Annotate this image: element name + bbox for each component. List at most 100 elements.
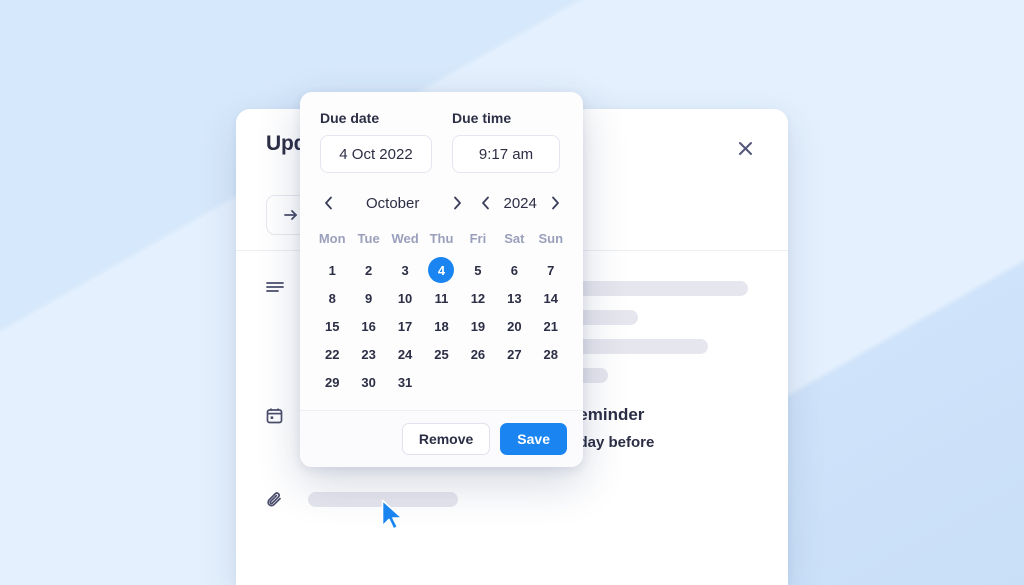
day-number: 22 <box>324 346 340 362</box>
day-cell[interactable]: 6 <box>496 256 532 284</box>
day-number: 2 <box>365 262 373 278</box>
weekday-label: Tue <box>357 231 380 246</box>
day-number: 29 <box>324 374 340 390</box>
day-cell[interactable]: 5 <box>460 256 496 284</box>
day-cell[interactable]: 7 <box>533 256 569 284</box>
day-number: 23 <box>361 346 376 362</box>
due-date-input[interactable] <box>320 135 432 173</box>
day-cell[interactable]: 17 <box>387 312 423 340</box>
day-number: 14 <box>543 290 558 306</box>
day-number: 31 <box>397 374 413 390</box>
day-cell[interactable]: 29 <box>314 368 350 396</box>
day-cell[interactable]: 23 <box>350 340 386 368</box>
due-time-input-label: Due time <box>452 110 512 126</box>
day-cell[interactable]: 19 <box>460 312 496 340</box>
day-cell[interactable]: 30 <box>350 368 386 396</box>
day-number: 28 <box>543 346 558 362</box>
day-cell[interactable]: 11 <box>423 284 459 312</box>
day-cell[interactable]: 2 <box>350 256 386 284</box>
day-number: 11 <box>434 290 449 306</box>
day-cell[interactable]: 24 <box>387 340 423 368</box>
day-cell[interactable]: 14 <box>533 284 569 312</box>
day-number: 1 <box>328 262 336 278</box>
day-cell-empty <box>496 368 532 396</box>
close-icon[interactable] <box>732 135 758 161</box>
day-number: 4 <box>428 257 455 283</box>
picker-footer: Remove Save <box>300 410 583 467</box>
day-cell[interactable]: 15 <box>314 312 350 340</box>
year-navigation: 2024 <box>475 191 565 215</box>
weekday-label: Fri <box>469 231 487 246</box>
day-cell[interactable]: 22 <box>314 340 350 368</box>
calendar-navigation: October 2024 <box>300 173 583 219</box>
day-number: 9 <box>365 290 373 306</box>
day-number: 16 <box>361 318 376 334</box>
due-time-input[interactable] <box>452 135 560 173</box>
day-cell[interactable]: 10 <box>387 284 423 312</box>
due-time-input-group: Due time <box>452 110 560 173</box>
day-cell-empty <box>460 368 496 396</box>
day-cells-container: 1 2 3 4 5 6 7 8 9 10 11 12 13 14 15 16 17 18 19 20 21 22 23 24 2… <box>314 256 569 396</box>
weekday-label: Wed <box>391 231 419 246</box>
calendar-week-row: 29 30 31 <box>314 368 569 396</box>
day-cell[interactable]: 31 <box>387 368 423 396</box>
calendar-grid: Mon Tue Wed Thu Fri Sat Sun 1 2 3 4 5 6 7 8 9 10 11 12 13 1… <box>300 219 583 410</box>
day-cell[interactable]: 28 <box>533 340 569 368</box>
day-cell[interactable]: 27 <box>496 340 532 368</box>
day-cell-empty <box>423 368 459 396</box>
screenshot-stage: Update website design Move Convert <box>0 0 1024 585</box>
day-number: 15 <box>324 318 340 334</box>
day-cell[interactable]: 13 <box>496 284 532 312</box>
day-number: 18 <box>434 318 449 334</box>
day-number: 24 <box>397 346 413 362</box>
day-number: 7 <box>547 262 555 278</box>
weekday-label: Sun <box>538 231 564 246</box>
day-number: 12 <box>470 290 486 306</box>
day-cell[interactable]: 9 <box>350 284 386 312</box>
day-number: 3 <box>401 262 409 278</box>
day-cell[interactable]: 20 <box>496 312 532 340</box>
weekday-header-row: Mon Tue Wed Thu Fri Sat Sun <box>314 225 569 256</box>
day-number: 21 <box>543 318 558 334</box>
day-number: 10 <box>397 290 413 306</box>
day-cell[interactable]: 18 <box>423 312 459 340</box>
calendar-week-row: 1 2 3 4 5 6 7 <box>314 256 569 284</box>
day-number: 20 <box>507 318 522 334</box>
weekday-label: Thu <box>429 231 454 246</box>
chevron-right-icon[interactable] <box>447 191 467 215</box>
day-number: 6 <box>510 262 518 278</box>
day-number: 27 <box>507 346 522 362</box>
day-number: 19 <box>470 318 486 334</box>
day-number: 17 <box>397 318 413 334</box>
day-cell[interactable]: 1 <box>314 256 350 284</box>
chevron-right-icon[interactable] <box>545 191 565 215</box>
day-number: 8 <box>328 290 336 306</box>
day-number: 25 <box>434 346 449 362</box>
save-button[interactable]: Save <box>500 423 567 455</box>
description-lines-icon <box>266 277 286 383</box>
day-cell-empty <box>533 368 569 396</box>
day-cell[interactable]: 3 <box>387 256 423 284</box>
calendar-week-row: 8 9 10 11 12 13 14 <box>314 284 569 312</box>
day-number: 5 <box>474 262 482 278</box>
weekday-label: Sat <box>504 231 525 246</box>
attachment-placeholder-bar <box>308 492 458 507</box>
due-date-input-label: Due date <box>320 110 380 126</box>
calendar-week-row: 22 23 24 25 26 27 28 <box>314 340 569 368</box>
calendar-icon <box>266 407 286 424</box>
day-cell[interactable]: 26 <box>460 340 496 368</box>
chevron-left-icon[interactable] <box>318 191 338 215</box>
remove-button[interactable]: Remove <box>401 423 491 455</box>
day-cell[interactable]: 8 <box>314 284 350 312</box>
day-cell[interactable]: 25 <box>423 340 459 368</box>
calendar-week-row: 15 16 17 18 19 20 21 <box>314 312 569 340</box>
day-cell[interactable]: 21 <box>533 312 569 340</box>
due-date-picker-popup: Due date Due time October <box>300 92 583 467</box>
due-date-input-group: Due date <box>320 110 432 173</box>
picker-fields: Due date Due time <box>300 92 583 173</box>
day-cell[interactable]: 16 <box>350 312 386 340</box>
chevron-left-icon[interactable] <box>475 191 495 215</box>
month-navigation: October <box>318 191 467 215</box>
day-cell[interactable]: 12 <box>460 284 496 312</box>
day-cell-selected[interactable]: 4 <box>423 256 459 284</box>
